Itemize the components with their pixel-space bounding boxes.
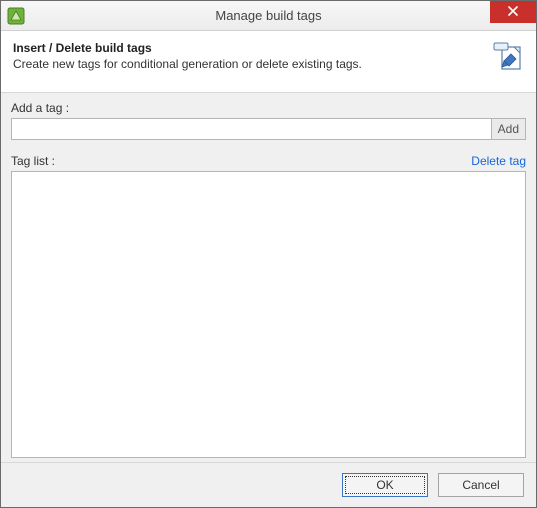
add-button[interactable]: Add	[491, 118, 526, 140]
add-button-label: Add	[498, 122, 519, 136]
header-title: Insert / Delete build tags	[13, 41, 524, 55]
add-tag-label: Add a tag :	[11, 101, 526, 115]
delete-tag-link[interactable]: Delete tag	[471, 154, 526, 168]
add-tag-row: Add	[11, 118, 526, 140]
header-panel: Insert / Delete build tags Create new ta…	[1, 31, 536, 93]
tag-list[interactable]	[11, 171, 526, 458]
app-icon	[7, 7, 25, 25]
cancel-button[interactable]: Cancel	[438, 473, 524, 497]
footer: OK Cancel	[1, 462, 536, 507]
body-region: Add a tag : Add Tag list : Delete tag	[1, 93, 536, 462]
dialog-window: Manage build tags Insert / Delete build …	[0, 0, 537, 508]
document-tag-icon	[492, 41, 526, 75]
window-title: Manage build tags	[215, 8, 321, 23]
tag-list-label: Tag list :	[11, 154, 55, 168]
close-icon	[508, 5, 518, 19]
add-tag-input[interactable]	[11, 118, 491, 140]
titlebar: Manage build tags	[1, 1, 536, 31]
tag-list-header: Tag list : Delete tag	[11, 154, 526, 168]
ok-button[interactable]: OK	[342, 473, 428, 497]
delete-tag-label: Delete tag	[471, 154, 526, 168]
close-button[interactable]	[490, 1, 536, 23]
header-description: Create new tags for conditional generati…	[13, 57, 524, 71]
